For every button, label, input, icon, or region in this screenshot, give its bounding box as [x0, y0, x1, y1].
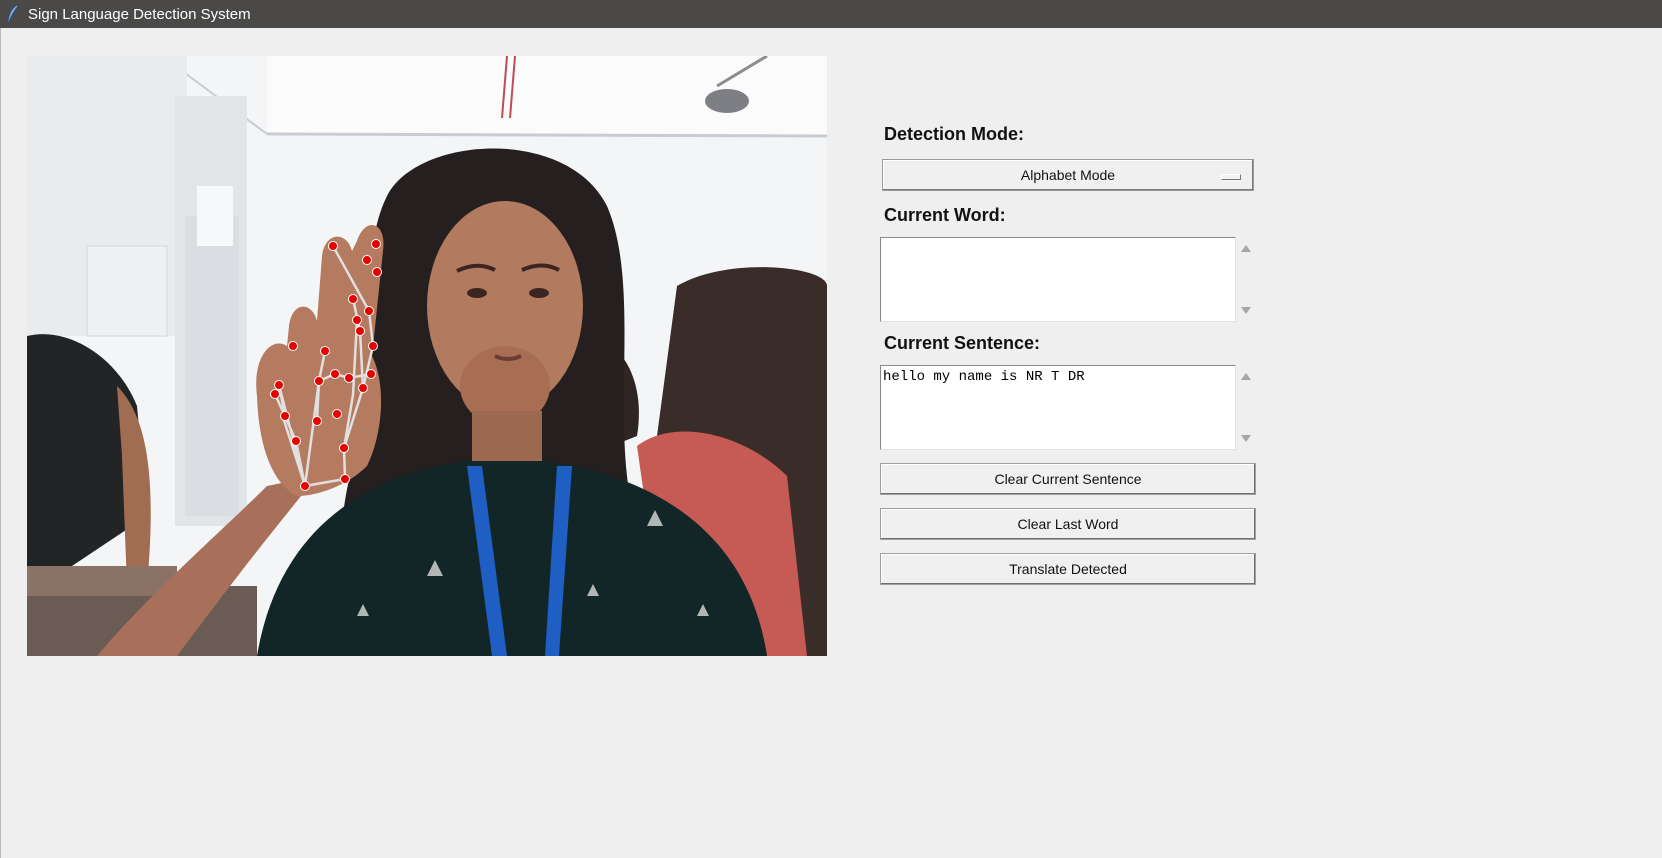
detection-mode-dropdown[interactable]: Alphabet Mode [882, 159, 1254, 191]
current-word-textbox[interactable] [880, 237, 1236, 322]
current-word-scrollbar[interactable] [1236, 237, 1256, 322]
clear-last-word-button[interactable]: Clear Last Word [880, 508, 1256, 540]
detection-mode-label: Detection Mode: [884, 124, 1025, 144]
dropdown-indicator-icon [1221, 174, 1241, 180]
scroll-down-icon[interactable] [1241, 435, 1251, 442]
scroll-up-icon[interactable] [1241, 373, 1251, 380]
title-bar: Sign Language Detection System [0, 0, 1662, 28]
current-word-label: Current Word: [884, 205, 1006, 225]
detection-mode-value: Alphabet Mode [1020, 167, 1116, 183]
current-sentence-label: Current Sentence: [884, 333, 1041, 353]
clear-current-sentence-button[interactable]: Clear Current Sentence [880, 463, 1256, 495]
scroll-up-icon[interactable] [1241, 245, 1251, 252]
window-border [0, 28, 1, 858]
scroll-down-icon[interactable] [1241, 307, 1251, 314]
window-title: Sign Language Detection System [28, 6, 251, 23]
current-sentence-textbox[interactable]: hello my name is NR T DR [880, 365, 1236, 450]
translate-detected-button[interactable]: Translate Detected [880, 553, 1256, 585]
current-sentence-scrollbar[interactable] [1236, 365, 1256, 450]
camera-feed [27, 56, 827, 656]
camera-frame [27, 56, 827, 656]
feather-icon [7, 4, 19, 23]
